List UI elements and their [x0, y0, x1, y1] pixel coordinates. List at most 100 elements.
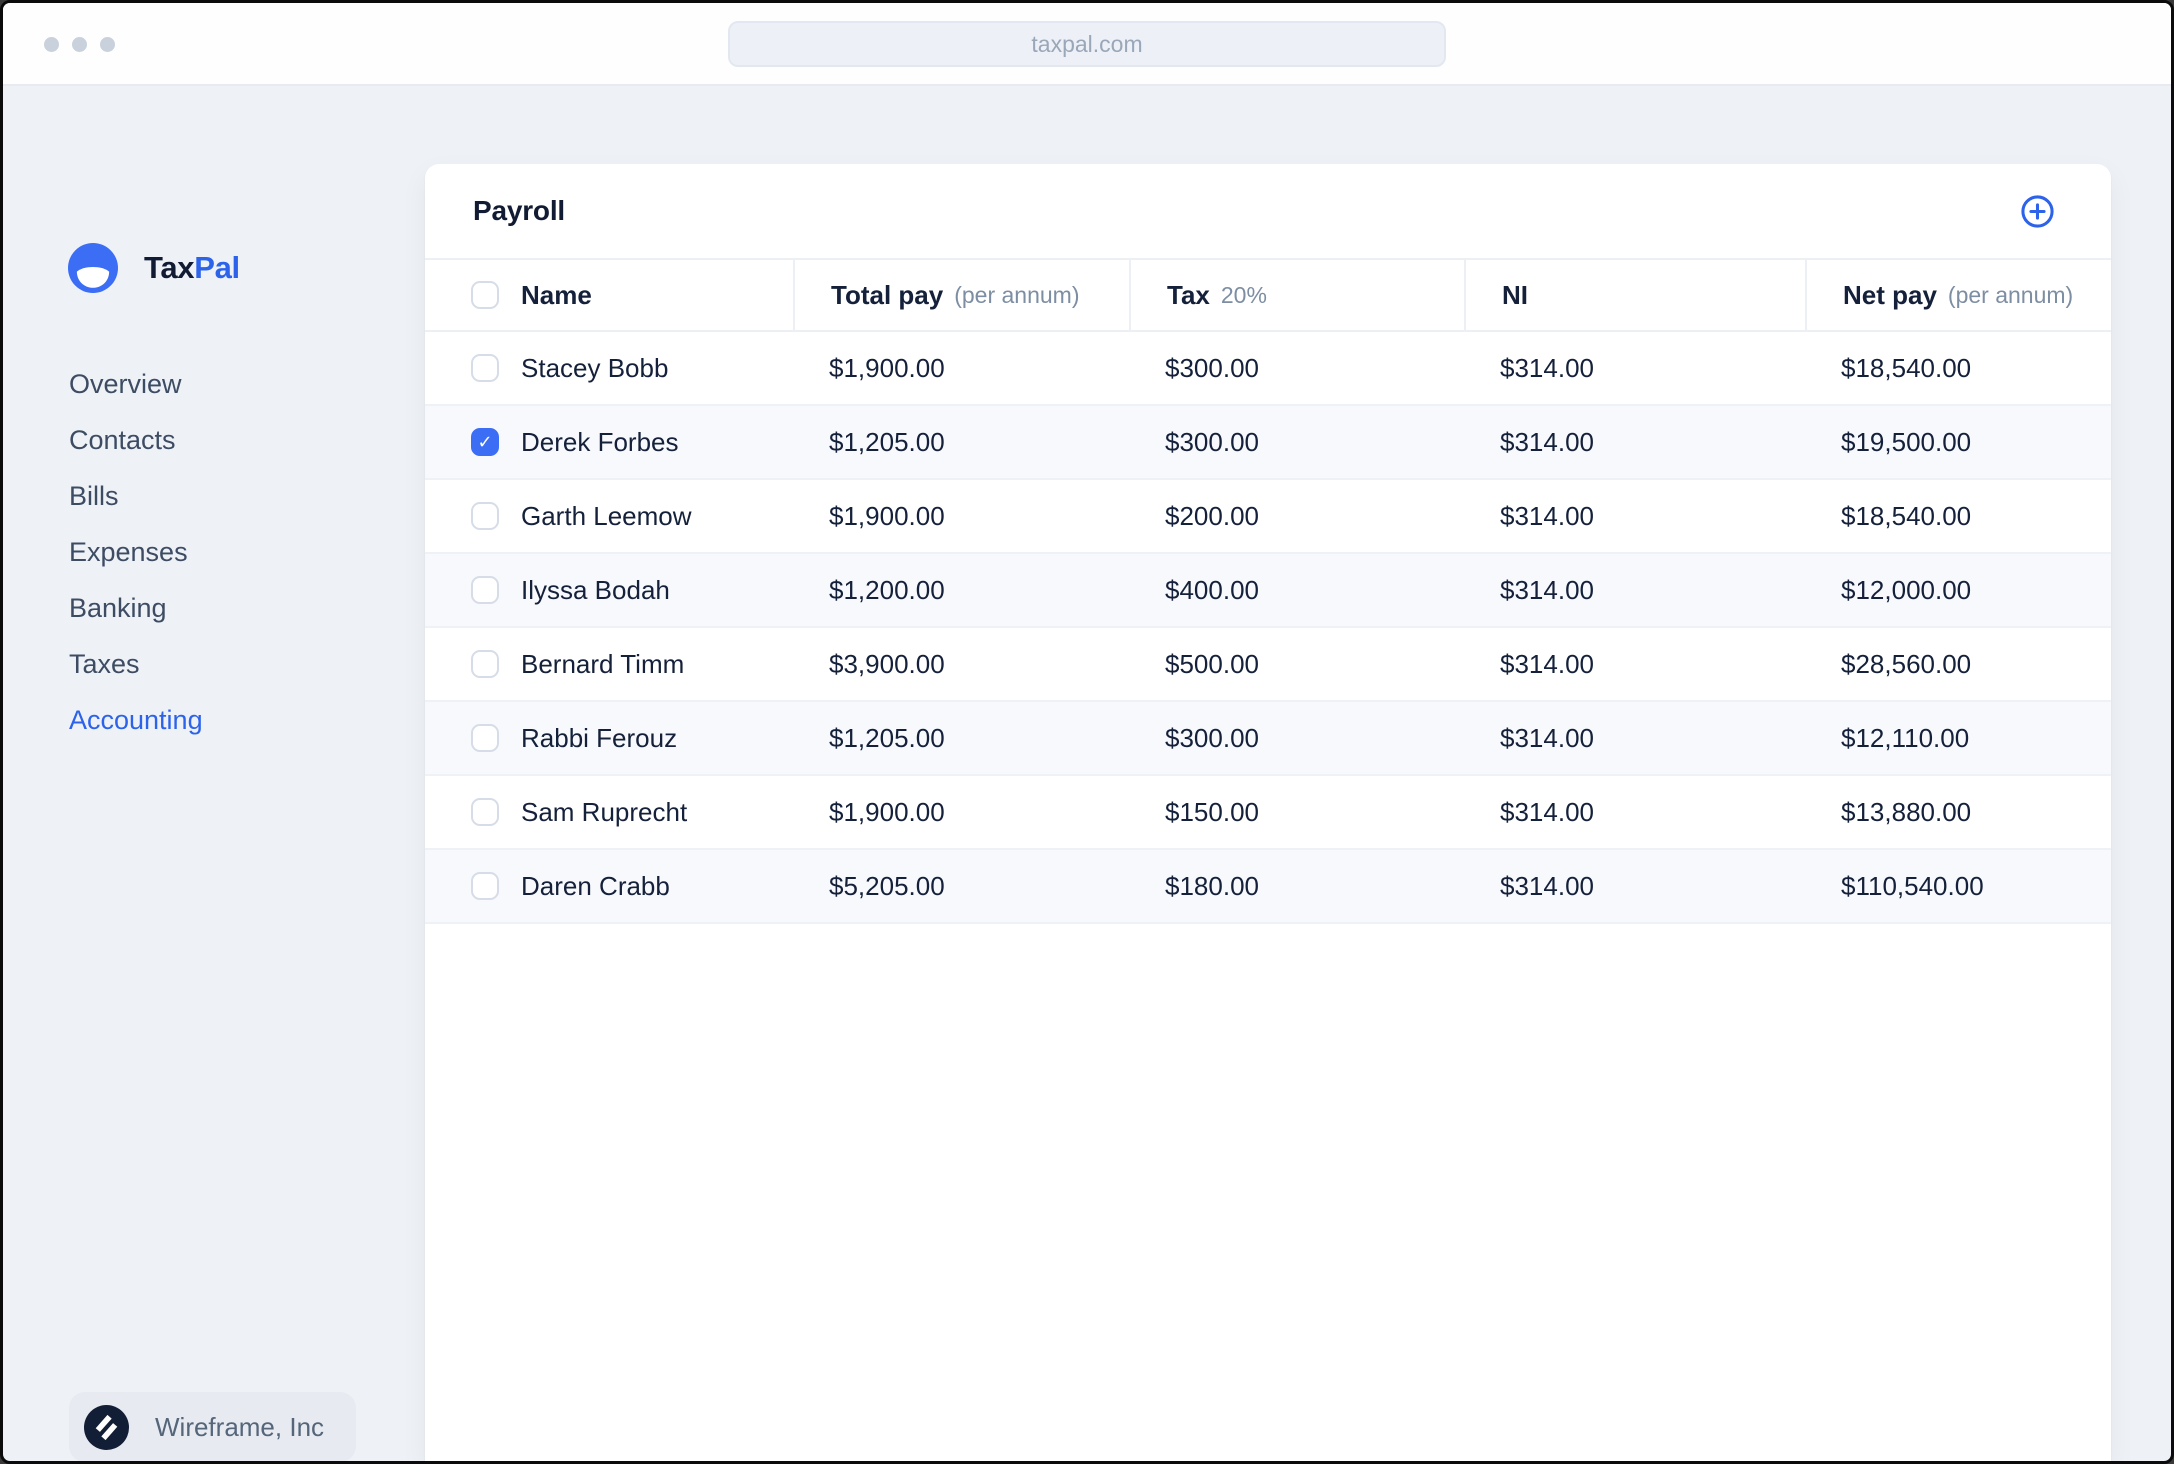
row-checkbox[interactable]	[471, 650, 499, 678]
sidebar-item-banking[interactable]: Banking	[69, 580, 203, 636]
table-header-total-pay: Total pay (per annum)	[793, 260, 1129, 330]
ni-value: $314.00	[1500, 722, 1594, 753]
column-label: Total pay	[831, 279, 944, 310]
table-row: Bernard Timm $3,900.00 $500.00 $314.00 $…	[425, 628, 2111, 702]
net-pay-value: $12,110.00	[1841, 722, 1970, 753]
ni-value: $314.00	[1500, 352, 1594, 383]
sidebar-item-bills[interactable]: Bills	[69, 468, 203, 524]
total-pay-value: $5,205.00	[829, 870, 945, 901]
plus-circle-icon	[2021, 194, 2054, 228]
column-label: Tax	[1167, 279, 1210, 310]
table-row: Ilyssa Bodah $1,200.00 $400.00 $314.00 $…	[425, 554, 2111, 628]
sidebar-item-contacts[interactable]: Contacts	[69, 412, 203, 468]
row-checkbox[interactable]	[471, 354, 499, 382]
net-pay-value: $28,560.00	[1841, 648, 1972, 679]
employee-name-cell: Daren Crabb	[425, 871, 793, 902]
table-header-tax: Tax 20%	[1129, 260, 1464, 330]
row-checkbox[interactable]	[471, 502, 499, 530]
table-row: Derek Forbes $1,205.00 $300.00 $314.00 $…	[425, 406, 2111, 480]
row-checkbox[interactable]	[471, 872, 499, 900]
page-title: Payroll	[473, 195, 565, 226]
employee-name-cell: Derek Forbes	[425, 427, 793, 458]
payroll-card: Payroll Name Total pay (per annum) Tax 2…	[425, 164, 2111, 1461]
net-pay-value: $110,540.00	[1841, 870, 1984, 901]
net-pay-value: $18,540.00	[1841, 352, 1972, 383]
brand-name: TaxPal	[144, 250, 240, 286]
row-checkbox[interactable]	[471, 576, 499, 604]
ni-value: $314.00	[1500, 574, 1594, 605]
tax-value: $400.00	[1165, 574, 1259, 605]
wireframe-logo-icon	[84, 1404, 129, 1450]
employee-name: Derek Forbes	[521, 426, 679, 457]
tax-value: $300.00	[1165, 426, 1259, 457]
add-employee-button[interactable]	[2020, 194, 2055, 229]
column-sublabel: (per annum)	[954, 281, 1080, 308]
employee-name: Sam Ruprecht	[521, 796, 688, 827]
employee-name: Rabbi Ferouz	[521, 722, 678, 753]
ni-value: $314.00	[1500, 796, 1594, 827]
row-checkbox[interactable]	[471, 724, 499, 752]
tax-value: $500.00	[1165, 648, 1259, 679]
row-checkbox[interactable]	[471, 428, 499, 456]
sidebar-item-taxes[interactable]: Taxes	[69, 636, 203, 692]
sidebar-item-overview[interactable]: Overview	[69, 356, 203, 412]
window-dot-icon[interactable]	[100, 37, 115, 52]
table-header-row: Name Total pay (per annum) Tax 20% NI Ne…	[425, 260, 2111, 332]
employee-name-cell: Garth Leemow	[425, 501, 793, 532]
window-dot-icon[interactable]	[44, 37, 59, 52]
address-bar[interactable]: taxpal.com	[728, 21, 1446, 67]
sidebar-item-accounting[interactable]: Accounting	[69, 692, 203, 748]
total-pay-value: $1,205.00	[829, 722, 945, 753]
employee-name: Bernard Timm	[521, 648, 685, 679]
payroll-table-body: Stacey Bobb $1,900.00 $300.00 $314.00 $1…	[425, 332, 2111, 924]
table-row: Rabbi Ferouz $1,205.00 $300.00 $314.00 $…	[425, 702, 2111, 776]
row-checkbox[interactable]	[471, 798, 499, 826]
total-pay-value: $1,900.00	[829, 352, 945, 383]
tax-value: $300.00	[1165, 722, 1259, 753]
employee-name: Stacey Bobb	[521, 352, 669, 383]
select-all-checkbox[interactable]	[471, 281, 499, 309]
taxpal-logo-icon	[68, 243, 118, 293]
ni-value: $314.00	[1500, 500, 1594, 531]
table-header-net-pay: Net pay (per annum)	[1805, 260, 2111, 330]
column-label: Name	[521, 279, 592, 310]
employee-name-cell: Ilyssa Bodah	[425, 575, 793, 606]
column-sublabel: 20%	[1220, 281, 1267, 308]
column-label: Net pay	[1843, 279, 1937, 310]
net-pay-value: $12,000.00	[1841, 574, 1972, 605]
table-header-name: Name	[425, 260, 793, 330]
window-dot-icon[interactable]	[72, 37, 87, 52]
employee-name-cell: Bernard Timm	[425, 649, 793, 680]
sidebar-item-expenses[interactable]: Expenses	[69, 524, 203, 580]
total-pay-value: $1,900.00	[829, 500, 945, 531]
net-pay-value: $18,540.00	[1841, 500, 1972, 531]
net-pay-value: $13,880.00	[1841, 796, 1972, 827]
column-label: NI	[1502, 279, 1528, 310]
company-switcher[interactable]: Wireframe, Inc	[69, 1392, 356, 1461]
ni-value: $314.00	[1500, 426, 1594, 457]
total-pay-value: $3,900.00	[829, 648, 945, 679]
ni-value: $314.00	[1500, 870, 1594, 901]
column-sublabel: (per annum)	[1947, 281, 2074, 308]
tax-value: $180.00	[1165, 870, 1259, 901]
table-row: Garth Leemow $1,900.00 $200.00 $314.00 $…	[425, 480, 2111, 554]
payroll-header: Payroll	[425, 164, 2111, 260]
tax-value: $150.00	[1165, 796, 1259, 827]
total-pay-value: $1,205.00	[829, 426, 945, 457]
total-pay-value: $1,200.00	[829, 574, 945, 605]
table-row: Stacey Bobb $1,900.00 $300.00 $314.00 $1…	[425, 332, 2111, 406]
employee-name-cell: Stacey Bobb	[425, 353, 793, 384]
sidebar: TaxPal Overview Contacts Bills Expenses …	[3, 86, 425, 1461]
browser-chrome: taxpal.com	[3, 3, 2171, 86]
brand-name-secondary: Pal	[194, 250, 240, 285]
employee-name: Daren Crabb	[521, 870, 670, 901]
table-header-ni: NI	[1464, 260, 1805, 330]
employee-name-cell: Rabbi Ferouz	[425, 723, 793, 754]
table-row: Sam Ruprecht $1,900.00 $150.00 $314.00 $…	[425, 776, 2111, 850]
tax-value: $300.00	[1165, 352, 1259, 383]
table-row: Daren Crabb $5,205.00 $180.00 $314.00 $1…	[425, 850, 2111, 924]
employee-name: Ilyssa Bodah	[521, 574, 670, 605]
employee-name-cell: Sam Ruprecht	[425, 797, 793, 828]
window-controls[interactable]	[44, 3, 115, 86]
tax-value: $200.00	[1165, 500, 1259, 531]
